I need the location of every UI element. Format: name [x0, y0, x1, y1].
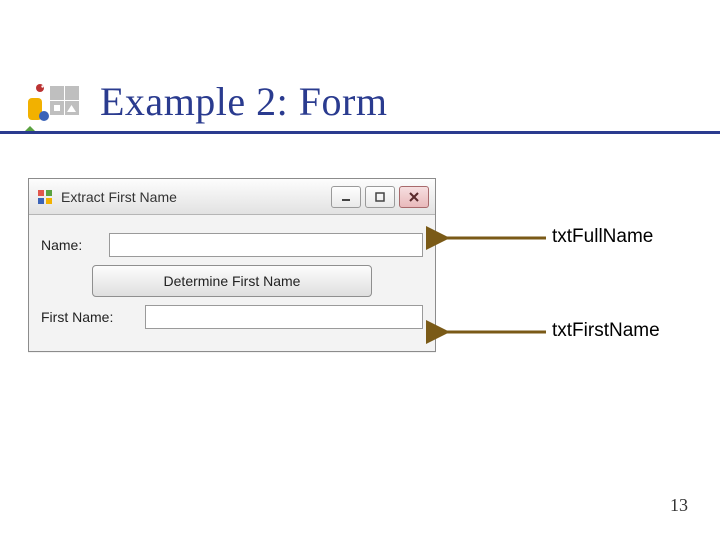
first-name-label: First Name:: [41, 309, 137, 325]
minimize-icon: [340, 191, 352, 203]
minimize-button[interactable]: [331, 186, 361, 208]
first-name-input[interactable]: [145, 305, 423, 329]
name-label: Name:: [41, 237, 101, 253]
full-name-input[interactable]: [109, 233, 423, 257]
page-number: 13: [670, 495, 688, 516]
close-button[interactable]: [399, 186, 429, 208]
arrow-firstname-icon: [438, 322, 548, 342]
callout-firstname: txtFirstName: [552, 320, 660, 342]
maximize-button[interactable]: [365, 186, 395, 208]
arrow-fullname-icon: [438, 228, 548, 248]
determine-first-name-button[interactable]: Determine First Name: [92, 265, 372, 297]
winform-window: Extract First Name Name: Determine First…: [28, 178, 436, 352]
winform-title: Extract First Name: [61, 189, 177, 205]
winform-app-icon: [37, 189, 53, 205]
slide-title: Example 2: Form: [100, 78, 387, 125]
winform-titlebar: Extract First Name: [29, 179, 435, 215]
maximize-icon: [374, 191, 386, 203]
callout-fullname: txtFullName: [552, 226, 653, 248]
close-icon: [408, 191, 420, 203]
